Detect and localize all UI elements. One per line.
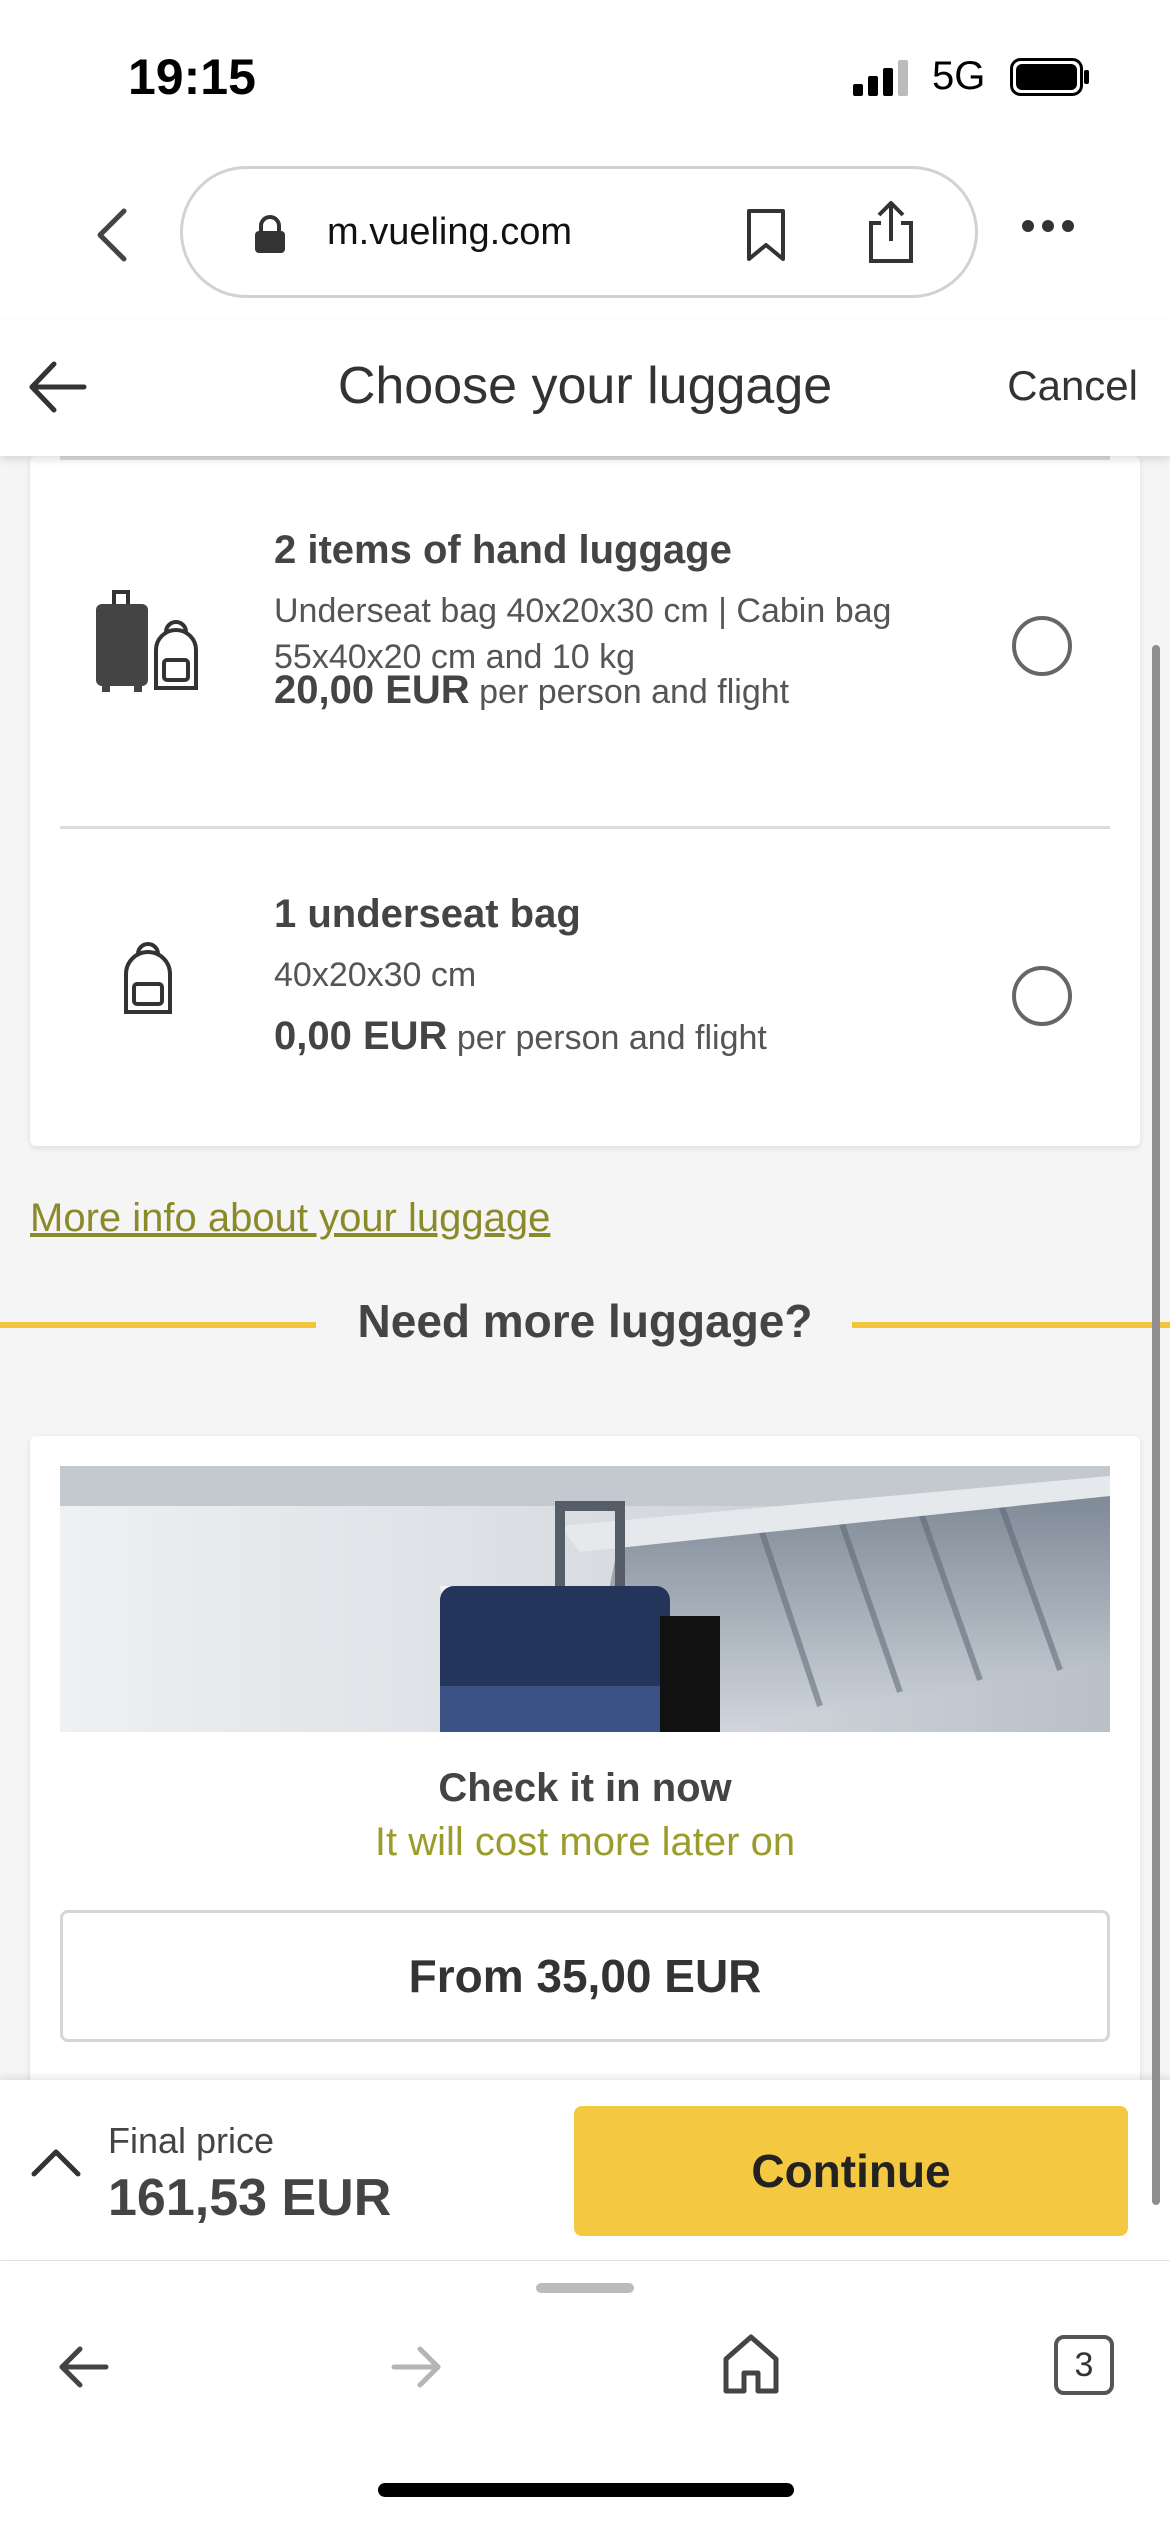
luggage-conveyor-photo	[60, 1466, 1110, 1732]
suitcase-and-backpack-icon	[96, 590, 198, 692]
home-indicator	[378, 2483, 794, 2497]
option-description: Underseat bag 40x20x30 cm | Cabin bag 55…	[274, 592, 892, 676]
checkin-title: Check it in now	[438, 1766, 732, 1810]
drag-handle[interactable]	[536, 2283, 634, 2293]
section-title: Need more luggage?	[357, 1295, 813, 1347]
bookmark-icon[interactable]	[745, 207, 787, 263]
back-arrow-icon[interactable]	[56, 2339, 112, 2395]
lock-icon	[255, 215, 285, 253]
luggage-options-card: 2 items of hand luggage Underseat bag 40…	[30, 456, 1140, 1146]
more-options-icon[interactable]	[1020, 218, 1076, 234]
option-title: 2 items of hand luggage	[274, 528, 732, 572]
status-bar: 19:15 5G	[0, 0, 1170, 150]
luggage-option-hand-luggage[interactable]: 2 items of hand luggage Underseat bag 40…	[30, 528, 1140, 828]
divider	[60, 456, 1110, 460]
url-text: m.vueling.com	[327, 211, 572, 253]
option-price-suffix: per person and flight	[456, 1019, 767, 1057]
option-radio[interactable]	[1012, 616, 1072, 676]
price-bar: Final price 161,53 EUR Continue	[0, 2080, 1170, 2260]
main-content: 2 items of hand luggage Underseat bag 40…	[0, 456, 1170, 2080]
option-price-value: 20,00 EUR	[274, 668, 470, 712]
home-icon[interactable]	[722, 2333, 780, 2395]
network-label: 5G	[932, 54, 986, 98]
checkin-card: Check it in now It will cost more later …	[30, 1436, 1140, 2080]
option-description: 40x20x30 cm	[274, 956, 477, 994]
browser-toolbar: 3	[0, 2260, 1170, 2532]
browser-back-chevron-icon[interactable]	[92, 205, 132, 265]
browser-bar: m.vueling.com	[0, 150, 1170, 320]
page-header: Choose your luggage Cancel	[0, 320, 1170, 456]
signal-icon	[853, 60, 908, 96]
address-bar[interactable]: m.vueling.com	[180, 166, 978, 298]
status-time: 19:15	[128, 49, 256, 105]
continue-button[interactable]: Continue	[574, 2106, 1128, 2236]
checkin-subtitle: It will cost more later on	[374, 1820, 796, 1864]
luggage-option-underseat-bag[interactable]: 1 underseat bag 40x20x30 cm 0,00 EUR per…	[30, 826, 1140, 1146]
more-info-link[interactable]: More info about your luggage	[30, 1196, 550, 1241]
option-price-value: 0,00 EUR	[274, 1014, 448, 1058]
cancel-button[interactable]: Cancel	[1007, 362, 1138, 410]
option-price: 0,00 EUR per person and flight	[274, 1014, 767, 1059]
forward-arrow-icon[interactable]	[388, 2339, 444, 2395]
share-icon[interactable]	[865, 199, 917, 265]
option-price-suffix: per person and flight	[479, 673, 790, 711]
option-title: 1 underseat bag	[274, 892, 581, 936]
option-price: 20,00 EUR per person and flight	[274, 668, 789, 713]
chevron-up-icon[interactable]	[30, 2146, 82, 2178]
need-more-section-header: Need more luggage?	[0, 1294, 1170, 1354]
checkin-price-button[interactable]: From 35,00 EUR	[60, 1910, 1110, 2042]
final-price-label: Final price	[108, 2120, 275, 2161]
tabs-counter[interactable]: 3	[1054, 2335, 1114, 2395]
page-title: Choose your luggage	[337, 357, 833, 415]
battery-icon	[1010, 58, 1089, 96]
final-price-value: 161,53 EUR	[108, 2169, 392, 2227]
scrollbar[interactable]	[1152, 645, 1160, 2205]
option-radio[interactable]	[1012, 966, 1072, 1026]
backpack-icon	[124, 942, 172, 1014]
